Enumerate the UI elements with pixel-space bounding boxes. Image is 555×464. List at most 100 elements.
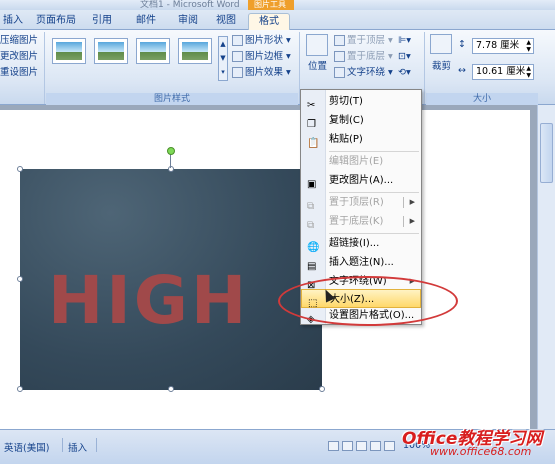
compress-picture-label: 压缩图片 xyxy=(0,35,39,46)
change-picture-label: 更改图片 xyxy=(0,51,39,62)
language-status[interactable]: 英语(美国) xyxy=(4,440,49,454)
scissors-icon: ✂ xyxy=(307,100,316,111)
submenu-divider xyxy=(403,216,404,227)
copy-icon: ❐ xyxy=(307,119,316,130)
picture-border-button[interactable]: 图片边框 ▾ xyxy=(232,50,291,64)
bring-front-button[interactable]: 置于顶层 ▾ xyxy=(334,34,393,48)
text-wrap-icon xyxy=(334,67,345,78)
resize-handle[interactable] xyxy=(319,386,325,392)
print-layout-view-button[interactable] xyxy=(328,441,339,451)
resize-handle[interactable] xyxy=(168,386,174,392)
picture-text: HIGH xyxy=(48,262,250,339)
crop-icon xyxy=(430,34,452,54)
position-icon xyxy=(306,34,328,56)
tab-insert[interactable]: 插入 xyxy=(0,13,26,30)
picture-border-icon xyxy=(232,51,243,62)
tab-format[interactable]: 格式 xyxy=(248,13,290,30)
menu-item-change-picture[interactable]: ▣ 更改图片(A)... xyxy=(301,171,421,190)
align-icon[interactable]: ⊫▾ xyxy=(398,34,411,48)
submenu-arrow-icon: ▶ xyxy=(409,198,415,206)
picture-effects-button[interactable]: 图片效果 ▾ xyxy=(232,66,291,80)
web-layout-view-button[interactable] xyxy=(356,441,367,451)
picture-style-1[interactable] xyxy=(52,38,86,64)
context-tab-group-label: 图片工具 xyxy=(254,0,286,9)
watermark-url: www.office68.com xyxy=(430,445,532,458)
gallery-scroll[interactable]: ▲ ▼ ▾ xyxy=(218,36,228,81)
resize-handle[interactable] xyxy=(17,276,23,282)
rotate-handle[interactable] xyxy=(167,147,175,155)
menu-item-hyperlink[interactable]: 🌐 超链接(I)... xyxy=(301,234,421,253)
caption-icon: ▤ xyxy=(307,261,317,272)
resize-handle[interactable] xyxy=(17,166,23,172)
outline-view-button[interactable] xyxy=(370,441,381,451)
picture-border-label: 图片边框 xyxy=(245,51,284,62)
picture-style-3[interactable] xyxy=(136,38,170,64)
rotate-icon[interactable]: ⟲▾ xyxy=(398,66,411,80)
menu-item-label: 超链接(I)... xyxy=(329,238,380,249)
text-wrap-button[interactable]: 文字环绕 ▾ xyxy=(334,66,393,80)
picture-effects-label: 图片效果 xyxy=(245,67,284,78)
menu-item-bring-front[interactable]: ⧉ 置于顶层(R) ▶ xyxy=(301,193,421,212)
width-icon: ↔ xyxy=(458,65,466,76)
vertical-scrollbar[interactable] xyxy=(537,105,555,429)
menu-item-label: 置于底层(K) xyxy=(329,216,384,227)
width-input[interactable]: 10.61 厘米 ▲ ▼ xyxy=(472,64,534,80)
status-separator xyxy=(96,438,97,452)
ribbon-separator xyxy=(44,32,45,104)
picture-styles-group-label: 图片样式 xyxy=(46,93,298,105)
height-icon: ↕ xyxy=(458,39,466,50)
full-screen-view-button[interactable] xyxy=(342,441,353,451)
menu-item-label: 插入题注(N)... xyxy=(329,257,394,268)
reset-picture-button[interactable]: 重设图片 xyxy=(0,66,38,80)
compress-picture-button[interactable]: 压缩图片 xyxy=(0,34,38,48)
picture-style-2[interactable] xyxy=(94,38,128,64)
menu-item-insert-caption[interactable]: ▤ 插入题注(N)... xyxy=(301,253,421,272)
annotation-oval xyxy=(278,276,458,326)
tab-page-layout[interactable]: 页面布局 xyxy=(30,13,82,30)
ribbon: 压缩图片 更改图片 重设图片 ▲ ▼ ▾ 图片形状 ▾ 图片边框 ▾ 图片效果 ▾ … xyxy=(0,30,555,105)
picture-shape-button[interactable]: 图片形状 ▾ xyxy=(232,34,291,48)
window-title: 文档1 - Microsoft Word xyxy=(140,0,240,10)
status-separator xyxy=(62,438,63,452)
scroll-thumb[interactable] xyxy=(540,123,553,183)
menu-item-label: 更改图片(A)... xyxy=(329,175,394,186)
tab-references[interactable]: 引用 xyxy=(86,13,118,30)
menu-item-send-back[interactable]: ⧉ 置于底层(K) ▶ xyxy=(301,212,421,231)
resize-handle[interactable] xyxy=(168,166,174,172)
picture-style-4[interactable] xyxy=(178,38,212,64)
bring-front-label: 置于顶层 xyxy=(347,35,386,46)
tab-view[interactable]: 视图 xyxy=(210,13,242,30)
ribbon-tabs: 图片工具 插入 页面布局 引用 邮件 审阅 视图 格式 xyxy=(0,0,555,30)
position-button[interactable]: 位置 xyxy=(308,60,327,74)
crop-label: 裁剪 xyxy=(432,61,452,72)
send-back-icon: ⧉ xyxy=(307,220,315,231)
change-picture-icon: ▣ xyxy=(307,179,317,190)
menu-item-label: 置于顶层(R) xyxy=(329,197,384,208)
crop-button[interactable]: 裁剪 xyxy=(432,60,451,74)
position-label: 位置 xyxy=(308,61,328,72)
bring-front-icon: ⧉ xyxy=(307,201,315,212)
submenu-divider xyxy=(403,197,404,208)
draft-view-button[interactable] xyxy=(384,441,395,451)
menu-item-label: 粘贴(P) xyxy=(329,134,363,145)
picture-shape-label: 图片形状 xyxy=(245,35,284,46)
tab-mailings[interactable]: 邮件 xyxy=(130,13,162,30)
menu-item-paste[interactable]: 📋 粘贴(P) xyxy=(301,130,421,149)
menu-item-cut[interactable]: ✂ 剪切(T) xyxy=(301,92,421,111)
height-input[interactable]: 7.78 厘米 ▲ ▼ xyxy=(472,38,534,54)
submenu-arrow-icon: ▶ xyxy=(409,217,415,225)
change-picture-button[interactable]: 更改图片 xyxy=(0,50,38,64)
tab-review[interactable]: 审阅 xyxy=(172,13,204,30)
reset-picture-label: 重设图片 xyxy=(0,67,39,78)
insert-mode-status[interactable]: 插入 xyxy=(68,440,87,454)
menu-item-copy[interactable]: ❐ 复制(C) xyxy=(301,111,421,130)
menu-item-edit-picture[interactable]: 编辑图片(E) xyxy=(301,152,421,171)
bring-front-icon xyxy=(334,35,345,46)
group-icon[interactable]: ⊡▾ xyxy=(398,50,411,64)
picture-effects-icon xyxy=(232,67,243,78)
resize-handle[interactable] xyxy=(17,386,23,392)
menu-item-label: 复制(C) xyxy=(329,115,364,126)
send-back-button[interactable]: 置于底层 ▾ xyxy=(334,50,393,64)
hyperlink-icon: 🌐 xyxy=(307,242,320,253)
height-value: 7.78 厘米 xyxy=(476,40,520,51)
